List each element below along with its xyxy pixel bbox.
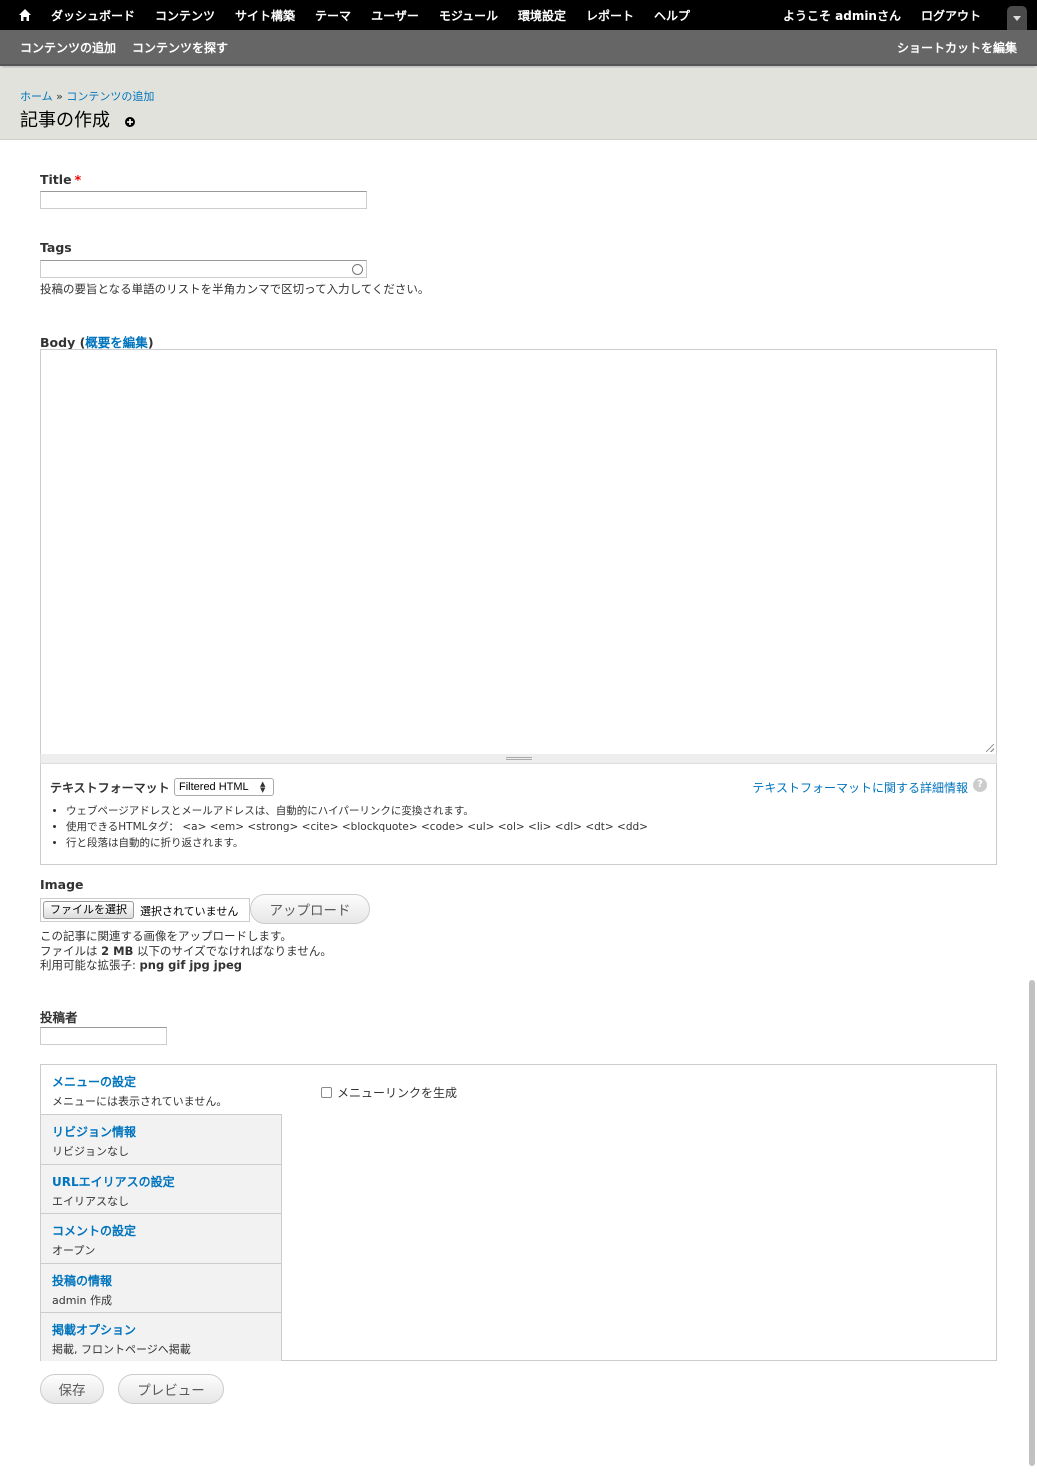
menu-item-help[interactable]: ヘルプ bbox=[644, 7, 700, 24]
welcome-user-link[interactable]: ようこそ adminさん bbox=[783, 7, 901, 24]
textarea-grippie[interactable] bbox=[40, 754, 997, 764]
image-description: この記事に関連する画像をアップロードします。 ファイルは 2 MB 以下のサイズ… bbox=[40, 929, 332, 973]
tags-input[interactable] bbox=[40, 260, 367, 278]
vertical-tab-summary: 掲載, フロントページへ掲載 bbox=[52, 1343, 191, 1356]
vertical-tab-comment[interactable]: コメントの設定 オープン bbox=[41, 1213, 282, 1263]
menu-item-content[interactable]: コンテンツ bbox=[145, 7, 225, 24]
max-size-value: 2 MB bbox=[101, 943, 134, 958]
image-desc-line-3: 利用可能な拡張子: png gif jpg jpeg bbox=[40, 958, 332, 973]
allowed-extensions: png gif jpg jpeg bbox=[139, 958, 242, 972]
help-icon[interactable]: ? bbox=[973, 778, 987, 792]
select-arrows-icon: ▲ ▼ bbox=[260, 780, 266, 794]
page-title: 記事の作成 bbox=[20, 110, 110, 131]
admin-menu: ダッシュボード コンテンツ サイト構築 テーマ ユーザー モジュール 環境設定 … bbox=[41, 0, 700, 30]
vertical-tabs: メニューの設定 メニューには表示されていません。 リビジョン情報 リビジョンなし… bbox=[40, 1064, 997, 1361]
tags-label: Tags bbox=[40, 240, 72, 255]
shortcut-drawer-toggle[interactable] bbox=[1007, 6, 1027, 30]
shortcuts-bar: コンテンツの追加 コンテンツを探す ショートカットを編集 bbox=[0, 30, 1037, 66]
image-desc-line-1: この記事に関連する画像をアップロードします。 bbox=[40, 929, 292, 943]
vertical-tab-title: リビジョン情報 bbox=[52, 1125, 137, 1139]
vertical-tab-publishing[interactable]: 掲載オプション 掲載, フロントページへ掲載 bbox=[41, 1312, 282, 1361]
upload-button[interactable]: アップロード bbox=[250, 894, 370, 924]
text-format-label: テキストフォーマット bbox=[50, 781, 170, 795]
title-label-text: Title bbox=[40, 172, 72, 187]
menu-item-dashboard[interactable]: ダッシュボード bbox=[41, 7, 145, 24]
logout-link[interactable]: ログアウト bbox=[921, 7, 981, 24]
vertical-tab-summary: メニューには表示されていません。 bbox=[52, 1095, 228, 1108]
text-format-tips: ウェブページアドレスとメールアドレスは、自動的にハイパーリンクに変換されます。 … bbox=[50, 803, 648, 851]
autocomplete-icon bbox=[352, 264, 363, 275]
vertical-tab-title: 投稿の情報 bbox=[52, 1273, 113, 1288]
vertical-tab-authoring[interactable]: 投稿の情報 admin 作成 bbox=[41, 1262, 282, 1312]
image-desc-line-2: ファイルは 2 MB 以下のサイズでなければなりません。 bbox=[40, 944, 332, 959]
body-label-text: Body bbox=[40, 335, 76, 350]
vertical-tab-title: URLエイリアスの設定 bbox=[52, 1174, 175, 1189]
text-format-help-link[interactable]: テキストフォーマットに関する詳細情報 bbox=[752, 779, 968, 796]
tip-item: 使用できるHTMLタグ： <a> <em> <strong> <cite> <b… bbox=[66, 819, 648, 835]
shortcut-add-content[interactable]: コンテンツの追加 bbox=[20, 39, 116, 56]
home-icon[interactable] bbox=[18, 8, 32, 22]
file-status: 選択されていません bbox=[140, 905, 239, 918]
vertical-tab-summary: エイリアスなし bbox=[52, 1194, 129, 1208]
edit-summary-link[interactable]: 概要を編集 bbox=[85, 335, 148, 350]
page-header: ホーム » コンテンツの追加 記事の作成 bbox=[0, 68, 1037, 140]
breadcrumb-home[interactable]: ホーム bbox=[20, 90, 53, 103]
menu-item-configuration[interactable]: 環境設定 bbox=[508, 7, 576, 24]
text-format-panel: テキストフォーマット Filtered HTML ▲ ▼ テキストフォーマットに関… bbox=[40, 764, 997, 865]
preview-button[interactable]: プレビュー bbox=[118, 1374, 224, 1404]
vertical-tab-url-alias[interactable]: URLエイリアスの設定 エイリアスなし bbox=[41, 1163, 282, 1213]
file-input[interactable]: ファイルを選択 選択されていません bbox=[40, 898, 250, 922]
vertical-tab-title: コメントの設定 bbox=[52, 1224, 137, 1238]
save-button[interactable]: 保存 bbox=[40, 1374, 104, 1404]
user-menu: ようこそ adminさん ログアウト bbox=[763, 0, 981, 30]
menu-link-checkbox-label[interactable]: メニューリンクを生成 bbox=[337, 1084, 457, 1101]
breadcrumb: ホーム » コンテンツの追加 bbox=[20, 88, 154, 104]
vertical-tab-title: 掲載オプション bbox=[52, 1323, 137, 1337]
menu-item-appearance[interactable]: テーマ bbox=[305, 7, 361, 24]
vertical-tab-list: メニューの設定 メニューには表示されていません。 リビジョン情報 リビジョンなし… bbox=[41, 1065, 282, 1361]
image-label: Image bbox=[40, 877, 84, 892]
edit-shortcuts-link[interactable]: ショートカットを編集 bbox=[897, 30, 1017, 64]
body-label-close-paren: ) bbox=[147, 335, 154, 350]
breadcrumb-separator: » bbox=[56, 90, 63, 103]
menu-item-people[interactable]: ユーザー bbox=[361, 7, 429, 24]
vertical-tab-revision[interactable]: リビジョン情報 リビジョンなし bbox=[41, 1114, 282, 1164]
add-shortcut-icon[interactable] bbox=[125, 117, 135, 127]
menu-item-reports[interactable]: レポート bbox=[576, 7, 644, 24]
author-input[interactable] bbox=[40, 1027, 167, 1045]
image-desc-ext-pre: 利用可能な拡張子: bbox=[40, 958, 140, 972]
required-marker: * bbox=[74, 172, 82, 187]
image-desc-size-post: 以下のサイズでなければなりません。 bbox=[133, 943, 332, 958]
choose-file-button[interactable]: ファイルを選択 bbox=[43, 901, 134, 919]
vertical-tab-summary: オープン bbox=[52, 1244, 96, 1257]
vertical-tab-summary: admin 作成 bbox=[52, 1293, 112, 1307]
menu-item-modules[interactable]: モジュール bbox=[429, 7, 508, 24]
chevron-down-icon bbox=[1013, 16, 1021, 21]
menu-settings-pane: メニューリンクを生成 bbox=[321, 1084, 457, 1101]
title-label: Title * bbox=[40, 172, 81, 187]
breadcrumb-add-content[interactable]: コンテンツの追加 bbox=[66, 90, 154, 103]
body-label-open-paren: ( bbox=[75, 335, 86, 350]
resize-handle-icon[interactable] bbox=[986, 744, 994, 752]
text-format-select[interactable]: Filtered HTML bbox=[174, 778, 274, 796]
menu-item-structure[interactable]: サイト構築 bbox=[225, 7, 305, 24]
title-input[interactable] bbox=[40, 191, 367, 209]
admin-toolbar: ダッシュボード コンテンツ サイト構築 テーマ ユーザー モジュール 環境設定 … bbox=[0, 0, 1037, 30]
menu-link-checkbox[interactable] bbox=[321, 1087, 332, 1098]
author-label: 投稿者 bbox=[40, 1010, 78, 1025]
vertical-tab-menu-settings[interactable]: メニューの設定 メニューには表示されていません。 bbox=[41, 1065, 282, 1115]
shortcut-find-content[interactable]: コンテンツを探す bbox=[132, 39, 228, 56]
page-scrollbar[interactable] bbox=[1029, 980, 1035, 1466]
tags-description: 投稿の要旨となる単語のリストを半角カンマで区切って入力してください。 bbox=[40, 282, 430, 296]
body-textarea[interactable] bbox=[40, 349, 997, 755]
image-desc-size-pre: ファイルは bbox=[40, 943, 102, 958]
tip-item: 行と段落は自動的に折り返されます。 bbox=[66, 835, 648, 851]
vertical-tab-summary: リビジョンなし bbox=[52, 1145, 129, 1158]
vertical-tab-title: メニューの設定 bbox=[52, 1075, 137, 1089]
tip-item: ウェブページアドレスとメールアドレスは、自動的にハイパーリンクに変換されます。 bbox=[66, 803, 648, 819]
grippie-icon bbox=[506, 757, 532, 760]
